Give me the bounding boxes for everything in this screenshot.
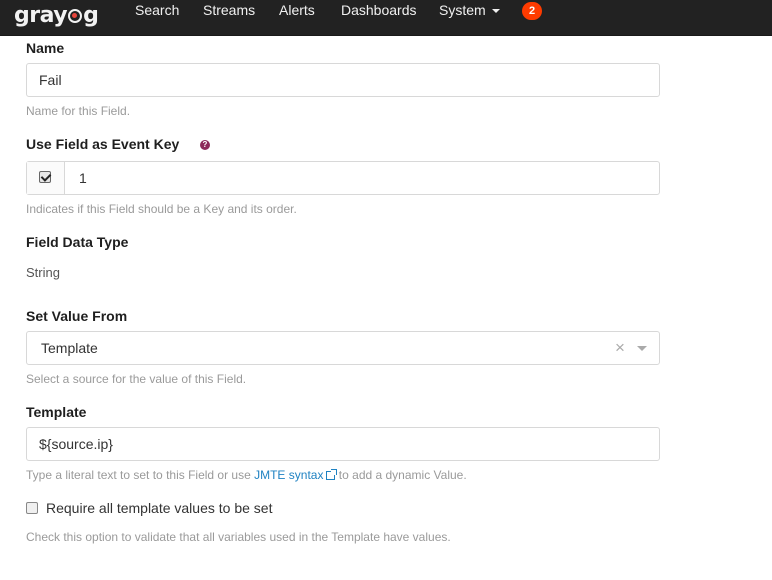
event-key-addon [27, 162, 65, 194]
require-values-checkbox[interactable] [26, 502, 38, 514]
question-circle-icon[interactable]: ? [200, 140, 210, 150]
graylog-logo[interactable]: gray g [14, 2, 99, 30]
event-key-input-group: 1 [26, 161, 660, 195]
field-form: Name Name for this Field. Use Field as E… [12, 36, 772, 580]
nav-system[interactable]: System [439, 0, 500, 20]
template-input[interactable] [26, 427, 660, 461]
value-from-selected: Template [41, 340, 98, 356]
event-key-label: Use Field as Event Key [26, 136, 180, 152]
data-type-value: String [26, 265, 60, 280]
dropdown-arrow-icon[interactable] [637, 346, 647, 351]
value-from-select[interactable]: Template × [26, 331, 660, 365]
event-key-order-input[interactable]: 1 [79, 162, 87, 194]
clear-x-icon[interactable]: × [615, 332, 625, 364]
value-from-help: Select a source for the value of this Fi… [26, 372, 247, 386]
event-key-help: Indicates if this Field should be a Key … [26, 202, 297, 216]
require-values-row: Require all template values to be set [26, 498, 426, 518]
logo-o-icon [68, 9, 83, 23]
nav-search[interactable]: Search [135, 0, 179, 20]
event-key-checkbox[interactable] [39, 171, 51, 183]
top-navbar: gray g Search Streams Alerts Dashboards S… [0, 0, 772, 36]
name-input[interactable] [26, 63, 660, 97]
notifications-badge[interactable]: 2 [522, 2, 542, 20]
name-help: Name for this Field. [26, 104, 131, 118]
nav-dashboards[interactable]: Dashboards [341, 0, 417, 20]
require-values-help: Check this option to validate that all v… [26, 530, 451, 544]
template-help: Type a literal text to set to this Field… [26, 468, 467, 482]
nav-alerts[interactable]: Alerts [279, 0, 315, 20]
name-label: Name [26, 40, 65, 56]
external-link-icon [326, 469, 338, 480]
data-type-label: Field Data Type [26, 234, 129, 250]
jmte-syntax-link[interactable]: JMTE syntax [254, 468, 323, 482]
caret-down-icon [491, 9, 500, 13]
nav-system-label: System [439, 2, 486, 18]
template-label: Template [26, 404, 87, 420]
nav-streams[interactable]: Streams [203, 0, 255, 20]
require-values-label[interactable]: Require all template values to be set [46, 498, 272, 518]
value-from-label: Set Value From [26, 308, 128, 324]
